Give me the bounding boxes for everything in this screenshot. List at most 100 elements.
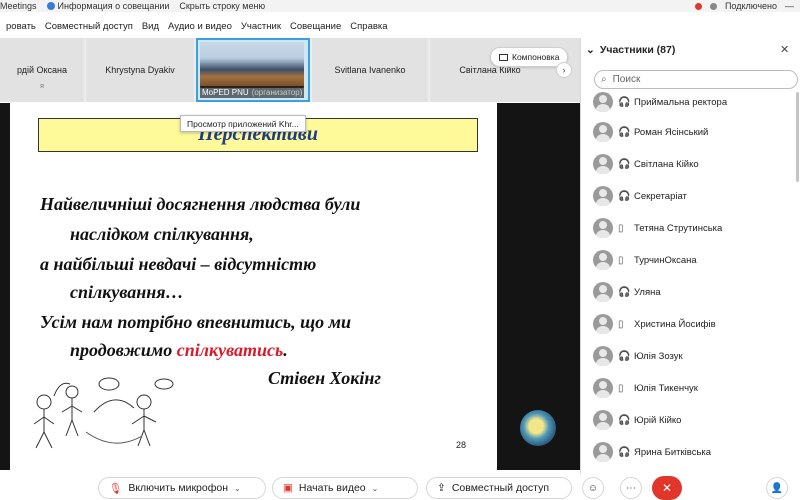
participant-tile[interactable]: Khrystyna Dyakiv bbox=[86, 38, 194, 102]
microphone-muted-icon: 🎙 bbox=[109, 482, 123, 495]
participant-row[interactable]: ▯ ТурчинОксана bbox=[580, 244, 800, 276]
app-title: Meetings bbox=[0, 1, 37, 11]
tile-role: (организатор) bbox=[251, 87, 303, 97]
layout-label: Компоновка bbox=[512, 52, 560, 62]
avatar bbox=[593, 218, 613, 238]
avatar bbox=[593, 154, 613, 174]
participant-name: Тетяна Струтинська bbox=[634, 222, 723, 234]
share-label: Совместный доступ bbox=[451, 482, 550, 494]
participant-row[interactable]: 🎧 Роман Ясінський bbox=[580, 116, 800, 148]
participants-title: Участники (87) bbox=[599, 44, 676, 56]
headset-icon: 🎧 bbox=[618, 446, 631, 458]
highlighted-word: спілкуватись bbox=[176, 340, 284, 360]
communication-doodle-illustration bbox=[33, 377, 174, 449]
hide-menu-bar-label: Скрыть строку меню bbox=[179, 1, 266, 11]
status-indicator-icon bbox=[709, 2, 717, 10]
connection-status: Подключено bbox=[724, 1, 777, 11]
participant-tile-active[interactable]: MoPED PNU (организатор) bbox=[196, 38, 310, 102]
participant-tile[interactable]: рдій Оксана я bbox=[0, 38, 84, 102]
slide-line: Найвеличніші досягнення людства були bbox=[40, 194, 361, 214]
participant-row[interactable]: ▯ Юлія Тикенчук bbox=[580, 372, 800, 404]
avatar bbox=[593, 378, 613, 398]
participant-row[interactable]: 🎧 Секретаріат bbox=[580, 180, 800, 212]
video-label: MoPED PNU (организатор) bbox=[200, 86, 304, 98]
participant-name: Приймальна ректора bbox=[634, 96, 728, 108]
share-icon: ⇪ bbox=[437, 482, 446, 494]
unmute-label: Включить микрофон bbox=[128, 482, 228, 494]
hide-menu-bar-button[interactable]: Скрыть строку меню bbox=[179, 1, 265, 11]
participant-name: Ярина Битківська bbox=[634, 446, 712, 458]
participant-row[interactable]: 🎧 Ярина Битківська bbox=[580, 436, 800, 468]
tile-name: MoPED PNU bbox=[202, 87, 249, 97]
headset-icon: 🎧 bbox=[618, 190, 631, 202]
menu-item-meeting[interactable]: Совещание bbox=[290, 21, 341, 32]
loading-spinner-icon bbox=[520, 410, 556, 446]
menu-bar: ровать Совместный доступ Вид Аудио и вид… bbox=[0, 17, 580, 35]
menu-item-partial[interactable]: ровать bbox=[6, 21, 36, 32]
slide-line: Усім нам потрібно впевнитись, що ми bbox=[40, 312, 351, 332]
participant-tile[interactable]: Svitlana Ivanenko bbox=[312, 38, 428, 102]
participant-search-input[interactable]: ⌕ Поиск bbox=[594, 70, 798, 89]
search-icon: ⌕ bbox=[601, 74, 607, 85]
search-placeholder: Поиск bbox=[612, 74, 641, 85]
participant-list-scrollbar[interactable] bbox=[796, 92, 799, 182]
participant-name: Роман Ясінський bbox=[634, 126, 709, 138]
tile-sub: я bbox=[40, 83, 44, 90]
slide-line-highlight: продовжимо спілкуватись. bbox=[70, 340, 288, 361]
slide-line-part: . bbox=[283, 340, 288, 360]
avatar bbox=[593, 250, 613, 270]
chevron-right-icon[interactable]: › bbox=[556, 62, 572, 78]
tile-name: рдій Оксана bbox=[16, 65, 68, 75]
chevron-down-icon[interactable]: ⌄ bbox=[234, 484, 241, 493]
close-icon[interactable]: ✕ bbox=[780, 43, 789, 56]
participant-name: ТурчинОксана bbox=[634, 254, 697, 266]
share-button[interactable]: ⇪ Совместный доступ bbox=[426, 477, 572, 499]
menu-item-participant[interactable]: Участник bbox=[241, 21, 281, 32]
menu-item-help[interactable]: Справка bbox=[350, 21, 387, 32]
reactions-icon[interactable]: ☺ bbox=[582, 477, 604, 499]
meeting-info-button[interactable]: Информация о совещании bbox=[46, 1, 169, 11]
headset-icon: 🎧 bbox=[618, 414, 631, 426]
participant-list: 🎧 Приймальна ректора 🎧 Роман Ясінський 🎧 Св… bbox=[580, 88, 800, 474]
leave-meeting-button[interactable]: ✕ bbox=[652, 476, 682, 500]
phone-icon: ▯ bbox=[618, 254, 624, 266]
tile-name: Khrystyna Dyakiv bbox=[105, 65, 175, 75]
recording-indicator-icon bbox=[694, 2, 702, 10]
participant-row[interactable]: ▯ Христина Йосифів bbox=[580, 308, 800, 340]
headset-icon: 🎧 bbox=[618, 126, 631, 138]
avatar bbox=[593, 92, 613, 112]
video-strip: рдій Оксана я Khrystyna Dyakiv MoPED PNU… bbox=[0, 38, 580, 102]
menu-item-view[interactable]: Вид bbox=[142, 21, 159, 32]
participant-row[interactable]: 🎧 Юрій Кійко bbox=[580, 404, 800, 436]
participants-header[interactable]: ⌄ Участники (87) bbox=[586, 44, 675, 56]
slide-page-number: 28 bbox=[456, 440, 467, 450]
chevron-down-icon[interactable]: ⌄ bbox=[586, 44, 595, 56]
app-name: Meetings bbox=[0, 1, 37, 11]
participants-icon[interactable]: 👤 bbox=[766, 477, 788, 499]
participant-row[interactable]: ▯ Тетяна Струтинська bbox=[580, 212, 800, 244]
app-preview-tooltip: Просмотр приложений Khr... bbox=[180, 115, 306, 132]
avatar bbox=[593, 282, 613, 302]
layout-button[interactable]: Компоновка bbox=[490, 47, 568, 67]
phone-icon: ▯ bbox=[618, 382, 624, 394]
start-video-button[interactable]: ▣ Начать видео ⌄ bbox=[272, 477, 418, 499]
layout-icon bbox=[499, 53, 508, 61]
title-bar: Meetings Информация о совещании Скрыть с… bbox=[0, 0, 800, 12]
participant-name: Секретаріат bbox=[634, 190, 687, 202]
unmute-microphone-button[interactable]: 🎙 Включить микрофон ⌄ bbox=[98, 477, 266, 499]
menu-item-sharing[interactable]: Совместный доступ bbox=[45, 21, 133, 32]
participant-row[interactable]: 🎧 Уляна bbox=[580, 276, 800, 308]
avatar bbox=[593, 186, 613, 206]
minimize-icon[interactable]: — bbox=[785, 1, 794, 11]
slide-line: наслідком спілкування, bbox=[70, 224, 254, 244]
slide-author: Стівен Хокінг bbox=[268, 368, 381, 388]
chevron-down-icon[interactable]: ⌄ bbox=[372, 484, 379, 493]
more-options-icon[interactable]: ⋯ bbox=[620, 477, 642, 499]
menu-item-audio-video[interactable]: Аудио и видео bbox=[168, 21, 232, 32]
headset-icon: 🎧 bbox=[618, 286, 631, 298]
participant-row[interactable]: 🎧 Юлія Зозук bbox=[580, 340, 800, 372]
slide-line: спілкування… bbox=[70, 282, 184, 302]
tile-name: Svitlana Ivanenko bbox=[334, 65, 406, 75]
participant-row[interactable]: 🎧 Приймальна ректора bbox=[580, 88, 800, 118]
participant-row[interactable]: 🎧 Світлана Кійко bbox=[580, 148, 800, 180]
